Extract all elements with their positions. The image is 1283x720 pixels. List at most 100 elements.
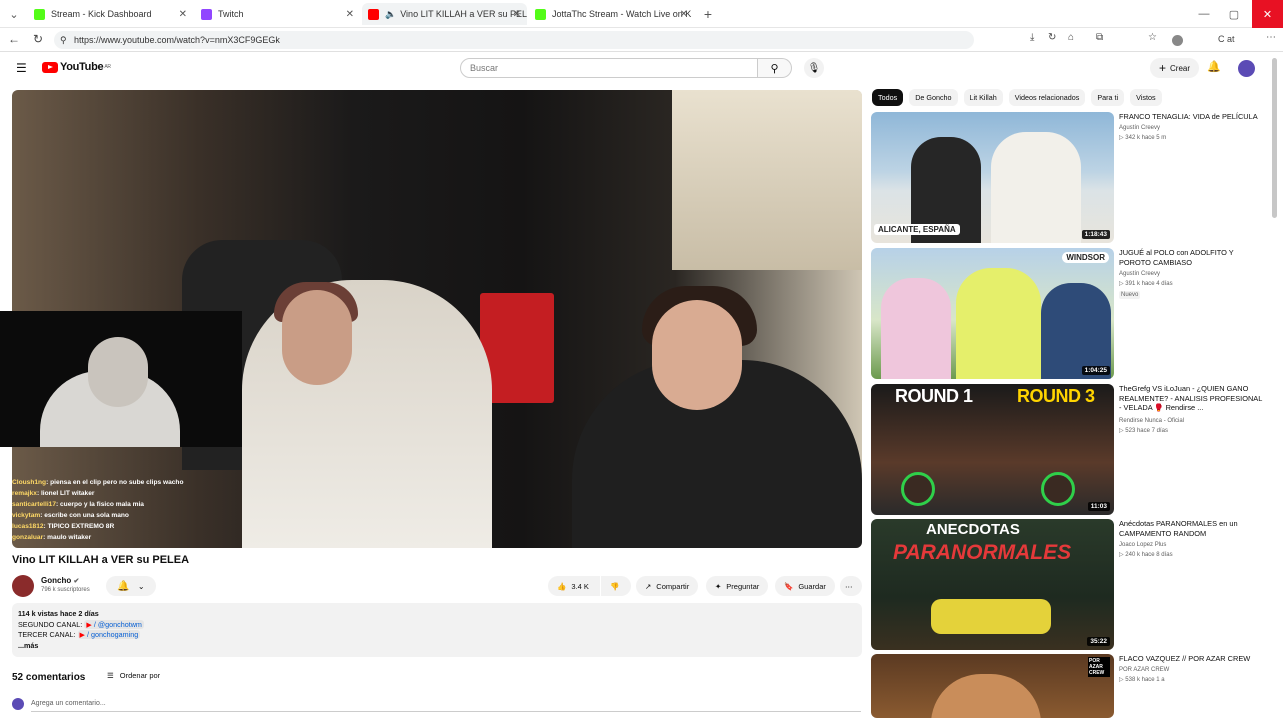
- profile-avatar[interactable]: [1172, 35, 1183, 46]
- channel-link[interactable]: ▶ / @gonchotwm: [84, 619, 144, 629]
- extension-icon[interactable]: ⧉: [1096, 32, 1103, 43]
- thumb-label: PARANORMALES: [893, 541, 1072, 564]
- recommended-video[interactable]: ANECDOTAS PARANORMALES 35:22 Anécdotas P…: [871, 519, 1271, 650]
- plus-icon: +: [1159, 61, 1167, 75]
- save-button[interactable]: 🔖 Guardar: [775, 576, 835, 596]
- create-button[interactable]: + Crear: [1150, 58, 1200, 78]
- chevron-down-icon: ⌄: [137, 581, 145, 591]
- video-thumbnail[interactable]: POR AZAR CREW: [871, 654, 1114, 718]
- recommended-video[interactable]: ROUND 1 ROUND 3 11:03 TheGrefg VS iLoJua…: [871, 384, 1271, 515]
- sort-label: Ordenar por: [119, 671, 161, 680]
- chip-lit-killah[interactable]: Lit Killah: [963, 89, 1003, 106]
- close-tab-icon[interactable]: ✕: [680, 9, 688, 20]
- ask-button[interactable]: ✦ Preguntar: [706, 576, 769, 596]
- video-thumbnail[interactable]: WINDSOR 1:04:25: [871, 248, 1114, 379]
- thumb-label: ROUND 1: [895, 386, 973, 406]
- new-tab-plus-icon[interactable]: +: [694, 0, 722, 28]
- reload-icon[interactable]: ↻: [33, 32, 43, 46]
- tab-youtube-active[interactable]: 🔈 Vino LIT KILLAH a VER su PEL ✕: [362, 3, 527, 25]
- channel-name[interactable]: Goncho ✔: [41, 576, 79, 585]
- rec-channel[interactable]: Rendirse Nunca - Oficial: [1119, 417, 1184, 425]
- chat-text: piensa en el clip pero no sube clips wac…: [50, 479, 184, 486]
- download-icon[interactable]: ⤓: [1030, 32, 1034, 43]
- chip-de-goncho[interactable]: De Goncho: [909, 89, 958, 106]
- rec-meta: ▷ 523 hace 7 días: [1119, 428, 1168, 434]
- notifications-bell-icon[interactable]: 🔔: [1207, 60, 1221, 73]
- new-badge: Nuevo: [1119, 291, 1141, 299]
- show-more-link[interactable]: ...más: [18, 641, 856, 652]
- chip-vistos[interactable]: Vistos: [1130, 89, 1162, 106]
- back-arrow-icon[interactable]: ←: [8, 32, 20, 46]
- rec-channel[interactable]: Agustín Creevy: [1119, 270, 1160, 278]
- add-comment-input[interactable]: Agrega un comentario...: [31, 700, 861, 712]
- user-avatar[interactable]: [1238, 60, 1255, 77]
- tab-list-chevron-icon[interactable]: ⌄: [0, 0, 28, 28]
- close-tab-icon[interactable]: ✕: [179, 9, 187, 20]
- more-actions-button[interactable]: ⋯: [840, 576, 862, 596]
- more-menu-icon[interactable]: ⋯: [1266, 32, 1276, 43]
- rec-title[interactable]: TheGrefg VS iLoJuan - ¿QUIEN GANO REALME…: [1119, 384, 1265, 413]
- recommended-video[interactable]: ALICANTE, ESPAÑA 1:18:43 FRANCO TENAGLIA…: [871, 112, 1271, 243]
- voice-search-button[interactable]: 🎙: [804, 58, 824, 78]
- video-description[interactable]: 114 k vistas hace 2 días SEGUNDO CANAL: …: [12, 603, 862, 657]
- rec-title[interactable]: Anécdotas PARANORMALES en un CAMPAMENTO …: [1119, 519, 1265, 538]
- favorites-icon[interactable]: ☆: [1148, 32, 1157, 43]
- youtube-icon: [368, 8, 379, 20]
- tab-kick-dashboard[interactable]: Stream - Kick Dashboard ✕: [28, 3, 193, 25]
- channel-avatar[interactable]: [12, 575, 34, 597]
- url-field[interactable]: ⚲ https://www.youtube.com/watch?v=nmX3CF…: [54, 31, 974, 49]
- twitch-icon: [201, 8, 212, 20]
- subscribed-bell-button[interactable]: 🔔 ⌄: [106, 576, 156, 596]
- kick-icon: [34, 8, 45, 20]
- home-icon[interactable]: ⌂: [1068, 32, 1074, 43]
- link-text: / @gonchotwm: [93, 619, 142, 629]
- refresh-ext-icon[interactable]: ↻: [1048, 32, 1056, 43]
- like-button[interactable]: 👍 3.4 K: [548, 576, 600, 596]
- tab-title: Vino LIT KILLAH a VER su PEL: [400, 9, 527, 19]
- copilot-profile-text[interactable]: C at: [1218, 34, 1235, 44]
- chip-para-ti[interactable]: Para ti: [1091, 89, 1125, 106]
- video-thumbnail[interactable]: ANECDOTAS PARANORMALES 35:22: [871, 519, 1114, 650]
- channel-link[interactable]: ▶ / gonchogaming: [77, 630, 141, 639]
- dislike-button[interactable]: 👎: [601, 576, 631, 596]
- thumb-label: ALICANTE, ESPAÑA: [874, 224, 960, 235]
- rec-channel[interactable]: Joaco Lopez Plus: [1119, 541, 1166, 549]
- tab-kick-jottathc[interactable]: JottaThc Stream - Watch Live on K ✕: [529, 3, 694, 25]
- video-frame-head-right: [652, 300, 742, 410]
- video-thumbnail[interactable]: ALICANTE, ESPAÑA 1:18:43: [871, 112, 1114, 243]
- video-thumbnail[interactable]: ROUND 1 ROUND 3 11:03: [871, 384, 1114, 515]
- stream-chat-overlay: Cloush1ng: piensa en el clip pero no sub…: [12, 478, 212, 543]
- close-tab-icon[interactable]: ✕: [513, 9, 521, 20]
- rec-title[interactable]: JUGUÉ al POLO con ADOLFITO Y POROTO CAMB…: [1119, 248, 1265, 267]
- kick-icon: [535, 8, 546, 20]
- thumb-blanket: [931, 599, 1051, 634]
- speaker-icon[interactable]: 🔈: [385, 9, 396, 20]
- search-button[interactable]: ⚲: [758, 58, 792, 78]
- youtube-play-icon: [42, 61, 58, 73]
- share-button[interactable]: ↗ Compartir: [636, 576, 699, 596]
- chip-videos-relacionados[interactable]: Videos relacionados: [1008, 89, 1086, 106]
- webcam-person-head: [88, 337, 148, 407]
- hamburger-menu-icon[interactable]: ☰: [16, 61, 27, 75]
- page-scrollbar[interactable]: [1272, 58, 1277, 218]
- description-line: SEGUNDO CANAL: ▶ / @gonchotwm: [18, 619, 856, 631]
- rec-channel[interactable]: POR AZAR CREW: [1119, 666, 1169, 674]
- recommended-video[interactable]: WINDSOR 1:04:25 JUGUÉ al POLO con ADOLFI…: [871, 248, 1271, 379]
- recommended-video[interactable]: POR AZAR CREW FLACO VAZQUEZ // POR AZAR …: [871, 654, 1271, 718]
- search-input[interactable]: Buscar: [460, 58, 758, 78]
- subscriber-count: 796 k suscriptores: [41, 587, 90, 593]
- minimize-icon[interactable]: —: [1190, 0, 1218, 28]
- tab-twitch[interactable]: Twitch ✕: [195, 3, 360, 25]
- rec-channel[interactable]: Agustín Creevy: [1119, 124, 1160, 132]
- youtube-logo[interactable]: YouTube AR: [42, 61, 111, 73]
- chip-todos[interactable]: Todos: [872, 89, 904, 106]
- chat-message: santicartelli17: cuerpo y la fisico mala…: [12, 500, 144, 508]
- close-tab-icon[interactable]: ✕: [346, 9, 354, 20]
- maximize-icon[interactable]: ▢: [1220, 0, 1248, 28]
- rec-title[interactable]: FRANCO TENAGLIA: VIDA de PELÍCULA: [1119, 112, 1265, 122]
- close-window-icon[interactable]: ✕: [1252, 0, 1283, 28]
- rec-title[interactable]: FLACO VAZQUEZ // POR AZAR CREW: [1119, 654, 1265, 664]
- sort-comments-button[interactable]: ☰ Ordenar por: [107, 671, 160, 680]
- youtube-icon: ▶: [86, 619, 92, 629]
- site-info-icon[interactable]: ⚲: [60, 31, 67, 49]
